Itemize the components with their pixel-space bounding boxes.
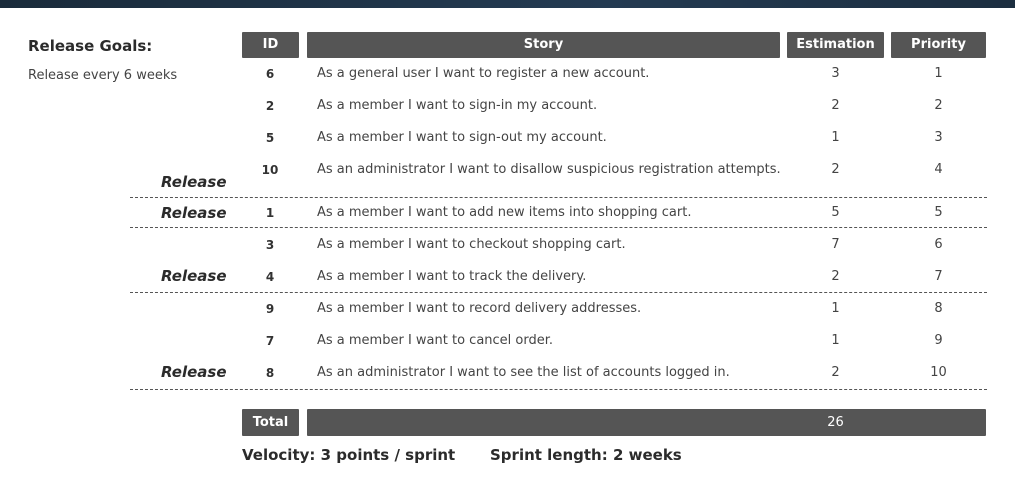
row-story: As an administrator I want to see the li… — [317, 365, 730, 380]
row-id: 9 — [265, 302, 275, 316]
row-id: 3 — [265, 238, 275, 252]
total-bar: 26 — [307, 409, 986, 436]
row-priority: 5 — [934, 205, 943, 220]
header-estimation: Estimation — [787, 32, 884, 58]
sprint-length-text: Sprint length: 2 weeks — [490, 446, 682, 464]
row-id: 1 — [265, 206, 275, 220]
row-estimation: 7 — [831, 237, 840, 252]
row-story: As a member I want to sign-in my account… — [317, 98, 598, 113]
row-story: As a member I want to cancel order. — [317, 333, 554, 348]
row-story: As a member I want to record delivery ad… — [317, 301, 642, 316]
row-estimation: 2 — [831, 98, 840, 113]
row-story: As a member I want to checkout shopping … — [317, 237, 626, 252]
row-priority: 7 — [934, 269, 943, 284]
header-id: ID — [242, 32, 299, 58]
row-priority: 9 — [934, 333, 943, 348]
row-id: 2 — [265, 99, 275, 113]
header-priority: Priority — [891, 32, 986, 58]
row-estimation: 2 — [831, 365, 840, 380]
row-story: As a member I want to add new items into… — [317, 205, 692, 220]
row-priority: 4 — [934, 162, 943, 177]
release-divider — [130, 197, 987, 198]
row-story: As an administrator I want to disallow s… — [317, 162, 781, 177]
release-marker-4: Release — [161, 363, 227, 381]
row-priority: 10 — [930, 365, 947, 380]
header-story: Story — [307, 32, 780, 58]
velocity-text: Velocity: 3 points / sprint — [242, 446, 456, 464]
row-estimation: 1 — [831, 333, 840, 348]
row-priority: 1 — [934, 66, 943, 81]
row-id: 10 — [261, 163, 279, 177]
total-value: 26 — [827, 415, 844, 430]
row-priority: 8 — [934, 301, 943, 316]
row-priority: 6 — [934, 237, 943, 252]
release-marker-3: Release — [161, 267, 227, 285]
row-priority: 2 — [934, 98, 943, 113]
release-divider — [130, 389, 987, 390]
total-label: Total — [242, 409, 299, 436]
row-estimation: 1 — [831, 130, 840, 145]
row-estimation: 2 — [831, 162, 840, 177]
row-estimation: 2 — [831, 269, 840, 284]
top-banner — [0, 0, 1015, 8]
row-id: 8 — [265, 366, 275, 380]
release-divider — [130, 227, 987, 228]
row-story: As a member I want to track the delivery… — [317, 269, 587, 284]
row-id: 4 — [265, 270, 275, 284]
row-story: As a general user I want to register a n… — [317, 66, 650, 81]
release-goals-title: Release Goals: — [28, 37, 153, 55]
row-id: 6 — [265, 67, 275, 81]
row-id: 7 — [265, 334, 275, 348]
row-priority: 3 — [934, 130, 943, 145]
row-id: 5 — [265, 131, 275, 145]
release-marker-2: Release — [161, 204, 227, 222]
release-goals-text: Release every 6 weeks — [28, 68, 178, 83]
release-divider — [130, 292, 987, 293]
row-estimation: 3 — [831, 66, 840, 81]
row-estimation: 1 — [831, 301, 840, 316]
row-story: As a member I want to sign-out my accoun… — [317, 130, 607, 145]
row-estimation: 5 — [831, 205, 840, 220]
release-marker-1: Release — [161, 173, 227, 191]
